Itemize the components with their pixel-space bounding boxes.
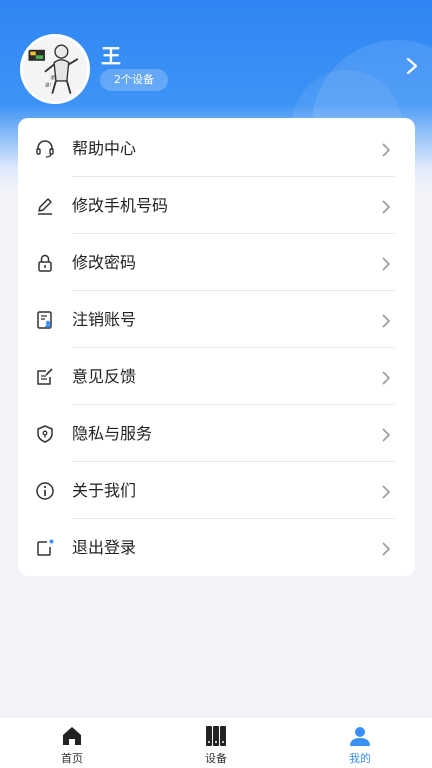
menu-item-change-password[interactable]: 修改密码 (18, 234, 415, 291)
menu-item-change-phone[interactable]: 修改手机号码 (18, 177, 415, 234)
logout-icon (35, 538, 55, 558)
menu-item-label: 注销账号 (72, 310, 137, 329)
device-icon (204, 724, 228, 748)
chevron-right-icon (380, 142, 392, 157)
bottom-tab-bar: 首页 设备 我的 (0, 718, 432, 768)
menu-item-help-center[interactable]: 帮助中心 (18, 120, 415, 177)
tab-mine[interactable]: 我的 (288, 718, 432, 768)
menu-item-label: 修改密码 (72, 253, 137, 272)
menu-item-delete-account[interactable]: 注销账号 (18, 291, 415, 348)
chevron-right-icon (380, 256, 392, 271)
chevron-right-icon (380, 484, 392, 499)
device-count-badge[interactable]: 2个设备 (100, 69, 168, 91)
shield-icon (35, 424, 55, 444)
chevron-right-icon[interactable] (402, 56, 422, 76)
tab-home[interactable]: 首页 (0, 718, 144, 768)
feedback-edit-icon (35, 367, 55, 387)
menu-item-label: 隐私与服务 (72, 424, 153, 443)
profile-section[interactable]: 退! 退! 王 2个设备 (20, 34, 420, 104)
headset-icon (35, 139, 55, 159)
avatar-image: 退! 退! (23, 37, 87, 101)
username: 王 (101, 44, 121, 68)
tab-label: 设备 (205, 752, 227, 765)
menu-item-label: 退出登录 (72, 538, 137, 557)
user-icon (348, 724, 372, 748)
chevron-right-icon (380, 199, 392, 214)
menu-item-privacy-service[interactable]: 隐私与服务 (18, 405, 415, 462)
home-icon (60, 724, 84, 748)
menu-item-label: 修改手机号码 (72, 196, 169, 215)
lock-icon (35, 253, 55, 273)
settings-menu: 帮助中心 修改手机号码 修改密码 注销账号 意见反馈 隐私与服务 关于我们 退出… (18, 118, 415, 576)
menu-item-logout[interactable]: 退出登录 (18, 519, 415, 576)
avatar[interactable]: 退! 退! (20, 34, 90, 104)
menu-item-label: 关于我们 (72, 481, 137, 500)
tab-devices[interactable]: 设备 (144, 718, 288, 768)
tab-label: 我的 (349, 752, 371, 765)
tab-label: 首页 (61, 752, 83, 765)
user-card-icon (35, 310, 55, 330)
pencil-icon (35, 196, 55, 216)
chevron-right-icon (380, 370, 392, 385)
chevron-right-icon (380, 541, 392, 556)
menu-item-about-us[interactable]: 关于我们 (18, 462, 415, 519)
chevron-right-icon (380, 427, 392, 442)
menu-item-label: 帮助中心 (72, 139, 137, 158)
menu-item-label: 意见反馈 (72, 367, 137, 386)
menu-item-feedback[interactable]: 意见反馈 (18, 348, 415, 405)
info-icon (35, 481, 55, 501)
chevron-right-icon (380, 313, 392, 328)
